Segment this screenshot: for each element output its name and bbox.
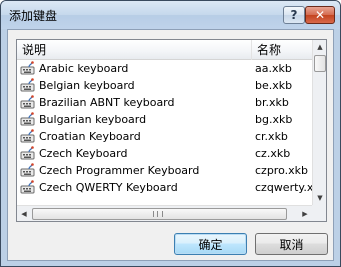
list-item-description: Czech QWERTY Keyboard (39, 181, 178, 194)
keyboard-icon (20, 163, 36, 178)
list-item-description: Bulgarian keyboard (39, 113, 147, 126)
cancel-button[interactable]: 取消 (255, 233, 328, 255)
list-item[interactable]: Belgian keyboard be.xkb (17, 77, 312, 94)
list-item[interactable]: Bulgarian keyboard bg.xkb (17, 111, 312, 128)
scrollbar-corner (312, 205, 326, 221)
list-item-filename: cz.xkb (255, 147, 291, 160)
window-title: 添加键盘 (9, 9, 58, 23)
list-item-description: Czech Programmer Keyboard (39, 164, 200, 177)
list-item-filename: br.xkb (255, 96, 289, 109)
dialog-body: 说明 名称 Arabic keyboard aa.xkb Belgian keybo… (7, 29, 334, 261)
help-button[interactable]: ? (283, 6, 305, 24)
list-item-description: Croatian Keyboard (39, 130, 141, 143)
keyboard-icon (20, 112, 36, 127)
scroll-right-arrow-icon[interactable]: ▶ (298, 206, 312, 221)
keyboard-icon (20, 180, 36, 195)
list-item-filename: bg.xkb (255, 113, 293, 126)
list-item[interactable]: Czech QWERTY Keyboard czqwerty.xkb (17, 179, 312, 196)
help-icon: ? (290, 8, 298, 22)
column-header-description[interactable]: 说明 (17, 40, 252, 60)
close-button[interactable]: ✕ (305, 6, 335, 24)
list-item[interactable]: Czech Programmer Keyboard czpro.xkb (17, 162, 312, 179)
add-keyboard-dialog: 添加键盘 ? ✕ 说明 名称 Arabic keyboard aa.xkb Belg… (0, 0, 341, 267)
list-item-description: Belgian keyboard (39, 79, 135, 92)
vertical-scroll-thumb[interactable] (314, 55, 326, 72)
list-rows: Arabic keyboard aa.xkb Belgian keyboard be.… (17, 60, 312, 205)
keyboard-icon (20, 146, 36, 161)
list-item[interactable]: Croatian Keyboard cr.xkb (17, 128, 312, 145)
list-item[interactable]: Czech Keyboard cz.xkb (17, 145, 312, 162)
list-item-filename: cr.xkb (255, 130, 288, 143)
list-item[interactable]: Arabic keyboard aa.xkb (17, 60, 312, 77)
scroll-grip-icon (153, 211, 163, 217)
list-item-filename: czpro.xkb (255, 164, 308, 177)
keyboard-icon (20, 78, 36, 93)
close-icon: ✕ (314, 8, 326, 22)
list-item-filename: czqwerty.xkb (255, 181, 312, 194)
scroll-down-arrow-icon[interactable]: ▼ (313, 191, 326, 205)
scroll-up-arrow-icon[interactable]: ▲ (313, 40, 326, 54)
title-bar[interactable]: 添加键盘 ? ✕ (1, 1, 340, 29)
list-item[interactable]: Brazilian ABNT keyboard br.xkb (17, 94, 312, 111)
column-header-name[interactable]: 名称 (252, 40, 312, 60)
keyboard-icon (20, 95, 36, 110)
keyboard-icon (20, 129, 36, 144)
keyboard-list[interactable]: 说明 名称 Arabic keyboard aa.xkb Belgian keybo… (16, 39, 327, 222)
list-item-filename: aa.xkb (255, 62, 292, 75)
list-header: 说明 名称 (17, 40, 312, 60)
list-item-description: Czech Keyboard (39, 147, 128, 160)
ok-button[interactable]: 确定 (174, 233, 247, 255)
list-item-description: Arabic keyboard (39, 62, 129, 75)
horizontal-scrollbar[interactable]: ◀ ▶ (17, 205, 312, 221)
list-item-filename: be.xkb (255, 79, 293, 92)
list-item-description: Brazilian ABNT keyboard (39, 96, 175, 109)
horizontal-scroll-thumb[interactable] (32, 208, 287, 220)
keyboard-icon (20, 61, 36, 76)
scroll-left-arrow-icon[interactable]: ◀ (17, 206, 31, 221)
vertical-scrollbar[interactable]: ▲ ▼ (312, 40, 326, 205)
